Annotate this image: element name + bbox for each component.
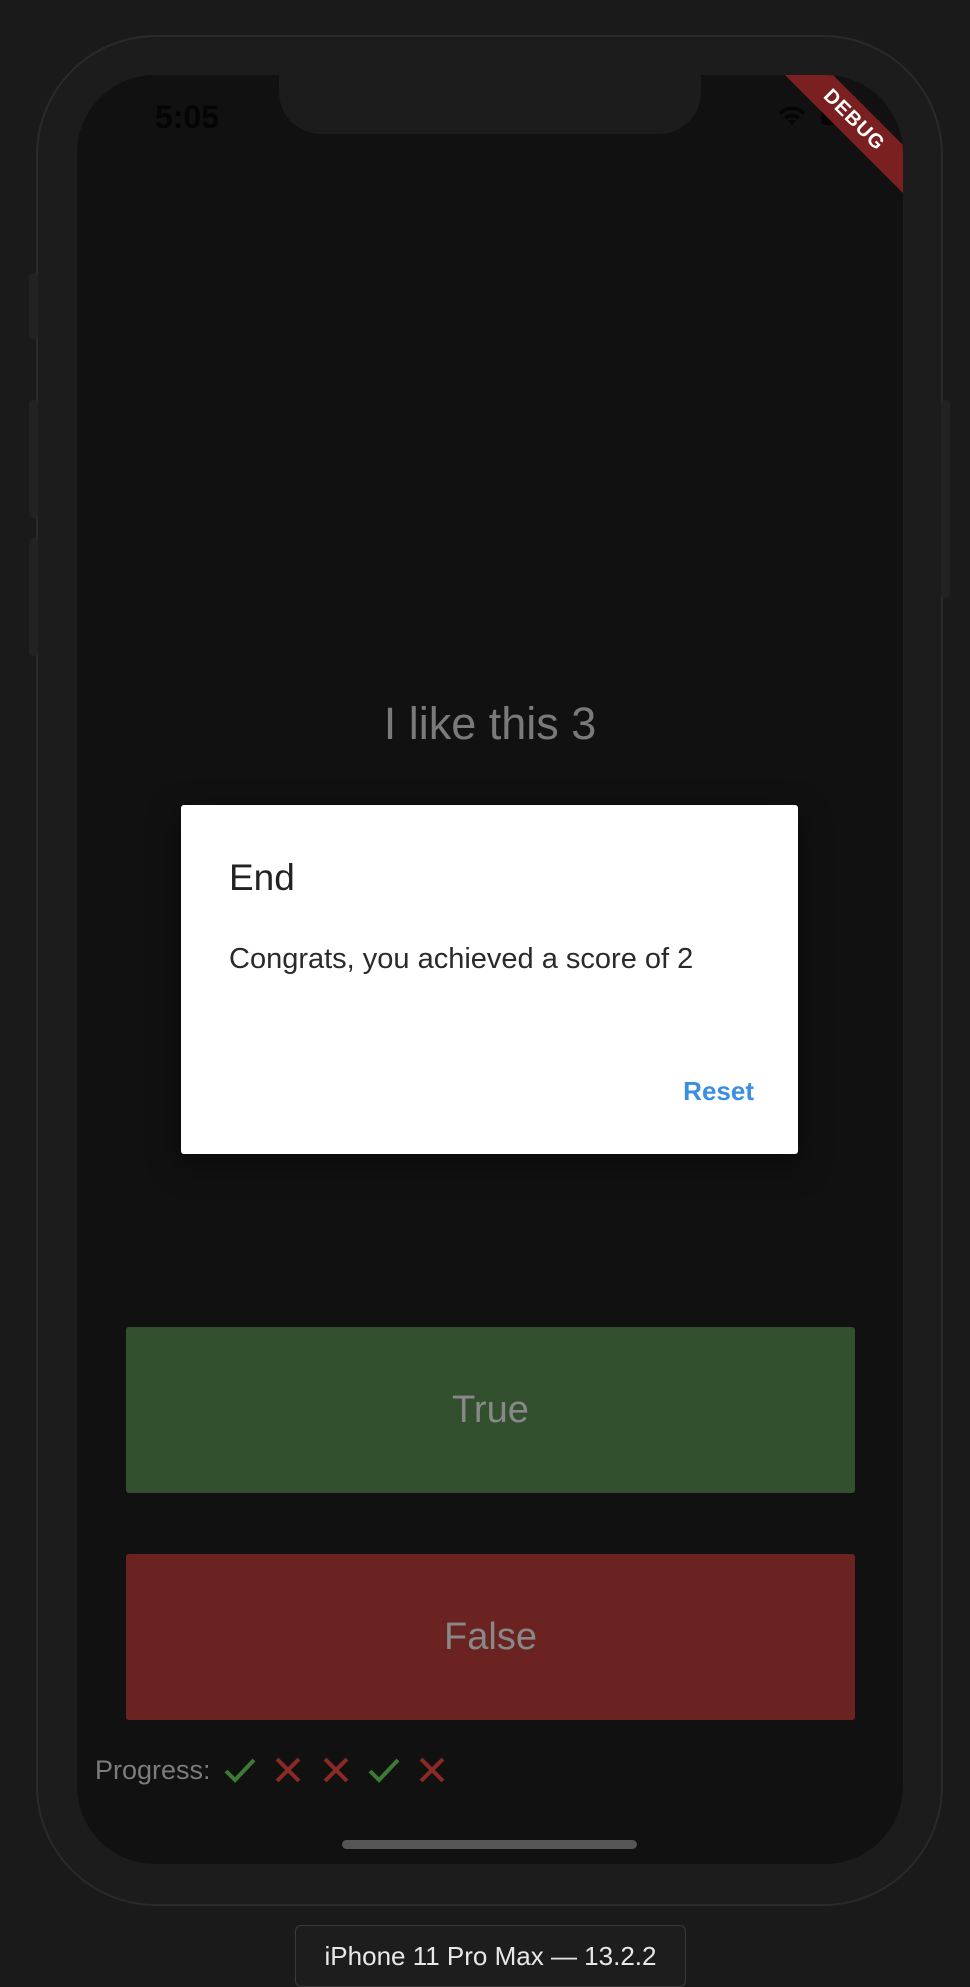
dialog-title: End bbox=[229, 857, 295, 898]
device-label: iPhone 11 Pro Max — 13.2.2 bbox=[295, 1925, 686, 1987]
end-dialog: End Congrats, you achieved a score of 2 … bbox=[181, 805, 798, 1154]
reset-button[interactable]: Reset bbox=[683, 1076, 754, 1107]
dialog-message: Congrats, you achieved a score of 2 bbox=[229, 943, 694, 975]
modal-overlay: End Congrats, you achieved a score of 2 … bbox=[0, 0, 970, 1980]
